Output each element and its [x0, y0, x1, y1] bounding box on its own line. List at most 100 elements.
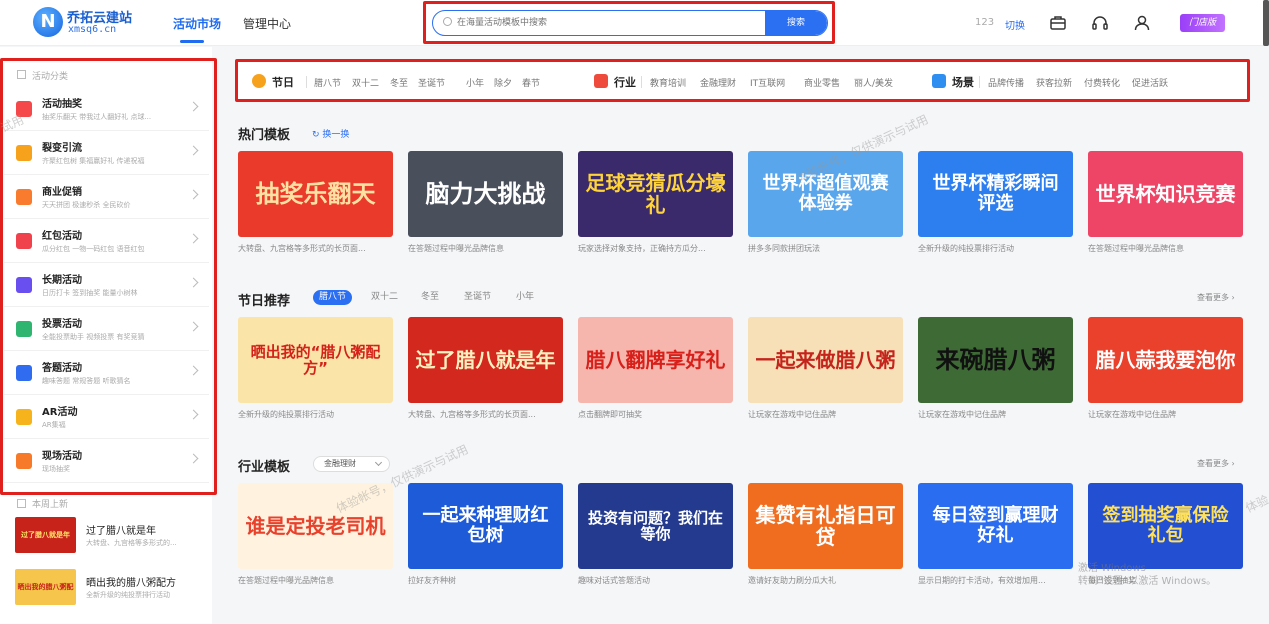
nav-activity-market[interactable]: 活动市场: [173, 15, 221, 32]
headset-icon[interactable]: [1091, 14, 1109, 32]
filter-tag[interactable]: 商业零售: [804, 76, 840, 89]
chevron-right-icon: [188, 101, 199, 112]
filter-tag[interactable]: 获客拉新: [1036, 76, 1072, 89]
template-banner: 投资有问题？我们在等你: [578, 483, 733, 569]
filter-industry-label: 行业: [614, 76, 636, 89]
category-item[interactable]: 裂变引流 齐聚红包树 集福赢好礼 传递祝福: [4, 131, 209, 175]
template-card[interactable]: 脑力大挑战 在答题过程中曝光品牌信息: [408, 151, 563, 253]
template-banner: 来碗腊八粥: [918, 317, 1073, 403]
filter-tag[interactable]: 小年: [466, 76, 484, 89]
banner-text: 每日签到赢理财好礼: [932, 505, 1059, 546]
template-card[interactable]: 腊八翻牌享好礼 点击翻牌即可抽奖: [578, 317, 733, 419]
refresh-button[interactable]: ↻ 换一换: [312, 127, 349, 140]
template-card[interactable]: 来碗腊八粥 让玩家在游戏中记住品牌: [918, 317, 1073, 419]
category-desc: 齐聚红包树 集福赢好礼 传递祝福: [42, 157, 145, 165]
festival-chip[interactable]: 圣诞节: [458, 290, 497, 305]
category-name: 现场活动: [42, 451, 82, 462]
category-item[interactable]: 投票活动全能投票助手 视频投票 有奖竞猜: [4, 307, 209, 351]
template-caption: 让玩家在游戏中记住品牌: [1088, 410, 1176, 419]
filter-tag[interactable]: 腊八节: [314, 76, 341, 89]
category-item[interactable]: 现场活动 现场抽奖: [4, 439, 209, 483]
category-item[interactable]: 商业促销 天天拼团 极速秒杀 全民砍价: [4, 175, 209, 219]
filter-tag[interactable]: 冬至: [390, 76, 408, 89]
search-input[interactable]: [457, 11, 762, 35]
festival-view-more-label: 查看更多: [1197, 293, 1229, 302]
banner-text: 世界杯超值观赛体验券: [762, 173, 889, 214]
category-desc: 全能投票助手 视频投票 有奖竞猜: [42, 333, 145, 341]
brand-domain: xmsq6.cn: [68, 24, 117, 35]
scene-icon: [932, 74, 946, 88]
filter-tag[interactable]: 春节: [522, 76, 540, 89]
template-card[interactable]: 世界杯超值观赛体验券 拼多多同款拼团玩法: [748, 151, 903, 253]
store-edition-badge[interactable]: 门店版: [1180, 14, 1225, 32]
template-card[interactable]: 过了腊八就是年 大转盘、九宫格等多形式的长页面...: [408, 317, 563, 419]
festival-chip[interactable]: 双十二: [365, 290, 404, 305]
category-name: 红包活动: [42, 231, 82, 242]
template-banner: 签到抽奖赢保险礼包: [1088, 483, 1243, 569]
chevron-right-icon: [188, 321, 199, 332]
user-icon[interactable]: [1133, 14, 1151, 32]
filter-divider: [979, 76, 980, 88]
search-button-label: 搜索: [786, 18, 805, 28]
template-caption: 大转盘、九宫格等多形式的长页面...: [238, 244, 366, 253]
category-item[interactable]: 长期活动 日历打卡 签到抽奖 能量小树林: [4, 263, 209, 307]
search-button[interactable]: 搜索: [765, 11, 827, 35]
template-card[interactable]: 世界杯精彩瞬间评选 全新升级的纯投票排行活动: [918, 151, 1073, 253]
template-card[interactable]: 抽奖乐翻天 大转盘、九宫格等多形式的长页面...: [238, 151, 393, 253]
template-card[interactable]: 投资有问题？我们在等你 趣味对话式答题活动: [578, 483, 733, 585]
filter-tag[interactable]: 圣诞节: [418, 76, 445, 89]
template-card[interactable]: 集赞有礼指日可贷 邀请好友助力刷分瓜大礼: [748, 483, 903, 585]
template-card[interactable]: 每日签到赢理财好礼 显示日期的打卡活动，有效增加用...: [918, 483, 1073, 585]
category-icon: [16, 453, 32, 469]
festival-chip[interactable]: 小年: [510, 290, 540, 305]
festival-chip[interactable]: 腊八节: [313, 290, 353, 305]
banner-text: 来碗腊八粥: [935, 345, 1056, 374]
festival-view-more-link[interactable]: 查看更多 ›: [1197, 292, 1235, 303]
chevron-right-icon: [188, 409, 199, 420]
template-card[interactable]: 谁是定投老司机 在答题过程中曝光品牌信息: [238, 483, 393, 585]
template-card[interactable]: 签到抽奖赢保险礼包 每日签到抽奖: [1088, 483, 1243, 585]
industry-view-more-link[interactable]: 查看更多 ›: [1197, 458, 1235, 469]
industry-view-more-label: 查看更多: [1197, 459, 1229, 468]
category-name: 投票活动: [42, 319, 82, 330]
banner-text: 一起来种理财红包树: [422, 505, 549, 546]
switch-account-link[interactable]: 切换: [1005, 17, 1025, 32]
filter-tag[interactable]: 付费转化: [1084, 76, 1120, 89]
category-item[interactable]: AR活动 AR集福: [4, 395, 209, 439]
filter-tag[interactable]: 除夕: [494, 76, 512, 89]
template-card[interactable]: 一起来做腊八粥 让玩家在游戏中记住品牌: [748, 317, 903, 419]
new-template-item[interactable]: 晒出我的腊八粥配方晒出我的腊八粥配方全新升级的纯投票排行活动: [15, 569, 205, 609]
new-template-item[interactable]: 过了腊八就是年 过了腊八就是年 大转盘、九宫格等多形式的...: [15, 517, 205, 557]
category-item[interactable]: 答题活动 趣味答题 常规答题 听歌猜名: [4, 351, 209, 395]
filter-festival-group: 节日 腊八节 双十二 冬至 圣诞节 小年 除夕 春节: [248, 70, 578, 94]
chevron-right-icon: [188, 453, 199, 464]
chevron-right-icon: [188, 277, 199, 288]
filter-tag[interactable]: 品牌传播: [988, 76, 1024, 89]
category-item[interactable]: 活动抽奖 抽奖乐翻天 带我过人翻好礼 点球...: [4, 87, 209, 131]
template-caption: 全新升级的纯投票排行活动: [918, 244, 1014, 253]
industry-select[interactable]: 金融理财: [313, 456, 390, 472]
chevron-down-icon: [374, 458, 383, 467]
filter-tag[interactable]: 教育培训: [650, 76, 686, 89]
template-card[interactable]: 晒出我的“腊八粥配方” 全新升级的纯投票排行活动: [238, 317, 393, 419]
festival-chip[interactable]: 冬至: [415, 290, 445, 305]
brand-logo-icon[interactable]: N: [33, 7, 63, 37]
nav-management-center[interactable]: 管理中心: [243, 15, 291, 32]
banner-text: 签到抽奖赢保险礼包: [1102, 505, 1229, 546]
filter-tag[interactable]: 双十二: [352, 76, 379, 89]
briefcase-icon[interactable]: [1049, 14, 1067, 32]
filter-tag[interactable]: 丽人/美发: [854, 76, 893, 89]
template-banner: 谁是定投老司机: [238, 483, 393, 569]
template-card[interactable]: 一起来种理财红包树 拉好友齐种树: [408, 483, 563, 585]
category-item[interactable]: 红包活动瓜分红包 一物一码红包 语音红包: [4, 219, 209, 263]
category-sidebar: 活动分类 活动抽奖 抽奖乐翻天 带我过人翻好礼 点球... 裂变引流 齐聚红包树 集福…: [0, 47, 212, 624]
template-caption: 邀请好友助力刷分瓜大礼: [748, 576, 836, 585]
category-grid-icon: [17, 70, 26, 79]
category-desc: 瓜分红包 一物一码红包 语音红包: [42, 245, 145, 253]
template-card[interactable]: 世界杯知识竞赛 在答题过程中曝光品牌信息: [1088, 151, 1243, 253]
template-card[interactable]: 腊八蒜我要泡你 让玩家在游戏中记住品牌: [1088, 317, 1243, 419]
template-card[interactable]: 足球竞猜瓜分壕礼 玩家选择对象支持，正确持方瓜分...: [578, 151, 733, 253]
filter-tag[interactable]: 金融理财: [700, 76, 736, 89]
filter-tag[interactable]: IT互联网: [750, 76, 785, 89]
filter-tag[interactable]: 促进活跃: [1132, 76, 1168, 89]
